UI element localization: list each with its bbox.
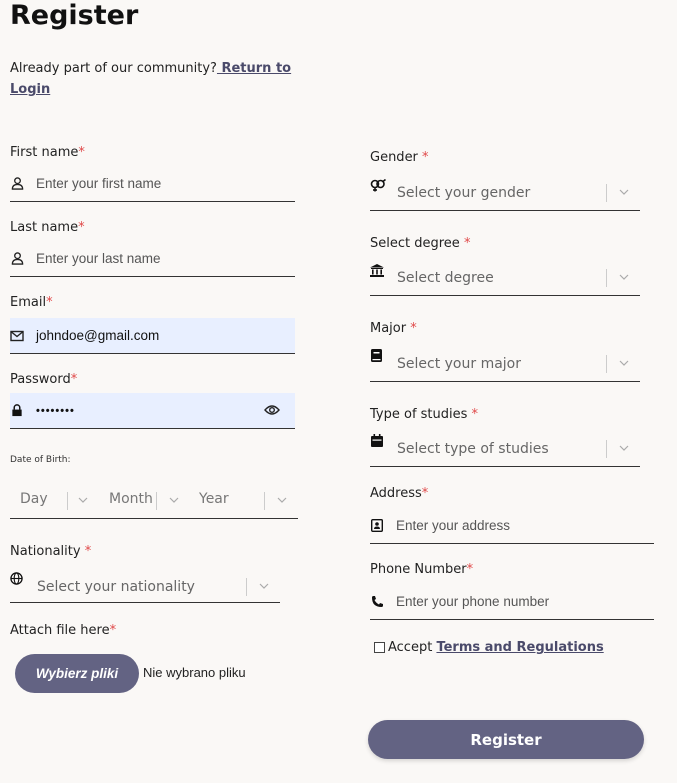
last-name-label: Last name* (10, 220, 85, 235)
accept-terms-label: Accept Terms and Regulations (388, 640, 604, 655)
studies-select[interactable]: Select type of studies (370, 433, 640, 467)
dob-select-group: Day Month Year (10, 483, 298, 519)
degree-placeholder: Select degree (397, 270, 494, 286)
first-name-placeholder: Enter your first name (36, 176, 162, 191)
address-placeholder: Enter your address (396, 518, 511, 533)
accept-terms-checkbox[interactable] (374, 642, 385, 653)
password-value: •••••••• (36, 404, 75, 417)
chevron-down-icon (619, 360, 629, 370)
dob-month-select[interactable]: Month (109, 491, 153, 507)
chevron-down-icon[interactable] (277, 497, 287, 507)
phone-field[interactable]: Enter your phone number (370, 584, 654, 620)
institution-icon (370, 264, 384, 277)
chevron-down-icon (619, 445, 629, 455)
last-name-placeholder: Enter your last name (36, 251, 161, 266)
dob-day-select[interactable]: Day (20, 491, 48, 507)
nationality-label: Nationality * (10, 544, 92, 559)
address-label: Address* (370, 486, 429, 501)
studies-placeholder: Select type of studies (397, 441, 549, 457)
divider (606, 269, 607, 287)
address-card-icon (370, 519, 384, 533)
chevron-down-icon[interactable] (78, 497, 88, 507)
email-field[interactable]: johndoe@gmail.com (10, 318, 295, 354)
globe-icon (10, 572, 23, 585)
page-title: Register (10, 0, 139, 31)
terms-link[interactable]: Terms and Regulations (436, 640, 603, 655)
first-name-field[interactable]: Enter your first name (10, 166, 295, 202)
password-field[interactable]: •••••••• (10, 393, 295, 429)
divider (156, 492, 157, 510)
divider (606, 184, 607, 202)
degree-select[interactable]: Select degree (370, 262, 640, 296)
address-field[interactable]: Enter your address (370, 508, 654, 544)
user-icon (10, 252, 24, 266)
attach-label: Attach file here* (10, 623, 117, 638)
email-label: Email* (10, 295, 53, 310)
chevron-down-icon (259, 583, 269, 593)
envelope-icon (10, 329, 24, 343)
dob-year-select[interactable]: Year (199, 491, 229, 507)
dob-label: Date of Birth: (10, 455, 71, 465)
chevron-down-icon[interactable] (169, 497, 179, 507)
email-value: johndoe@gmail.com (36, 328, 160, 343)
phone-placeholder: Enter your phone number (396, 594, 550, 609)
last-name-field[interactable]: Enter your last name (10, 241, 295, 277)
password-label: Password* (10, 372, 78, 387)
calendar-icon (371, 434, 383, 447)
choose-file-button[interactable]: Wybierz pliki (15, 654, 139, 693)
file-status: Nie wybrano pliku (143, 665, 246, 680)
divider (264, 492, 265, 510)
major-label: Major * (370, 321, 417, 336)
chevron-down-icon (619, 189, 629, 199)
chevron-down-icon (619, 274, 629, 284)
major-placeholder: Select your major (397, 356, 521, 372)
nationality-select[interactable]: Select your nationality (10, 569, 280, 603)
divider (67, 492, 68, 510)
divider (606, 355, 607, 373)
login-prompt: Already part of our community? Return to… (10, 58, 295, 100)
eye-icon[interactable] (264, 403, 280, 417)
login-prompt-text: Already part of our community? (10, 61, 217, 76)
gender-select[interactable]: Select your gender (370, 177, 640, 211)
first-name-label: First name* (10, 145, 85, 160)
user-icon (10, 177, 24, 191)
nationality-placeholder: Select your nationality (37, 579, 195, 595)
divider (606, 440, 607, 458)
book-icon (371, 349, 382, 362)
phone-label: Phone Number* (370, 562, 474, 577)
register-button[interactable]: Register (368, 720, 644, 759)
major-select[interactable]: Select your major (370, 348, 640, 382)
degree-label: Select degree * (370, 236, 471, 251)
divider (246, 578, 247, 596)
studies-label: Type of studies * (370, 407, 479, 422)
lock-icon (10, 404, 24, 418)
gender-placeholder: Select your gender (397, 185, 531, 201)
phone-icon (370, 595, 384, 609)
accept-text: Accept (388, 640, 437, 655)
gender-icon (370, 179, 386, 192)
gender-label: Gender * (370, 150, 429, 165)
